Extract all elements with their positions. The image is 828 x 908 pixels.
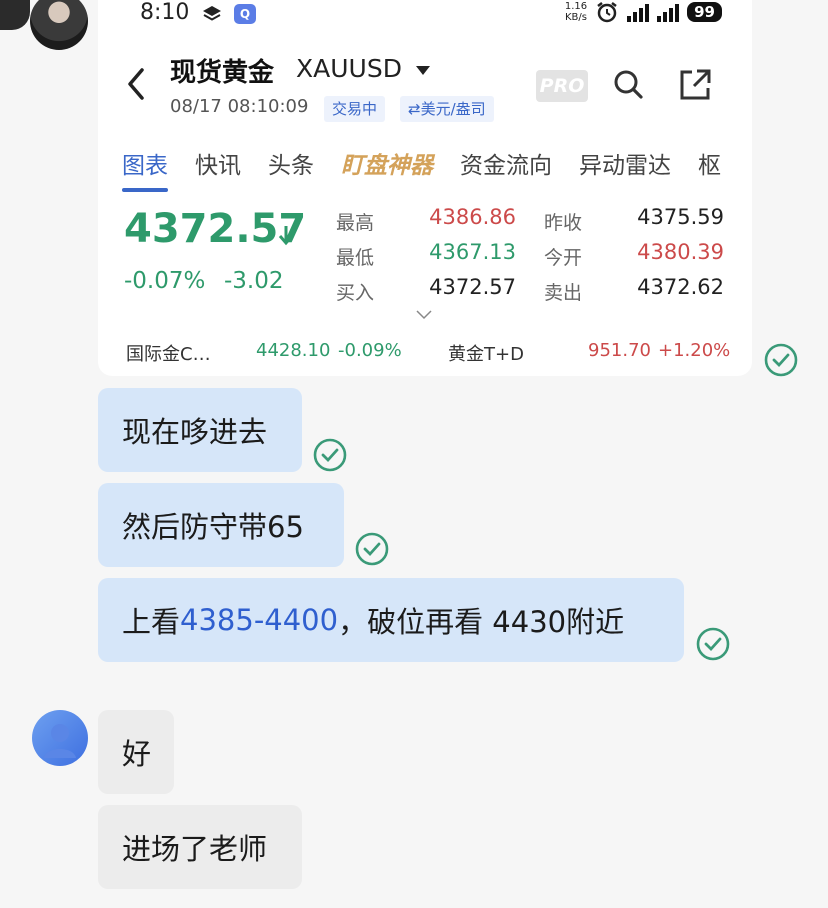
- network-speed-unit: KB/s: [564, 12, 587, 23]
- arrow-down-icon: [278, 226, 294, 246]
- network-speed-value: 1.16: [564, 1, 588, 12]
- buy-label: 买入: [336, 282, 375, 304]
- message-text: ，破位再看 4430附近: [338, 605, 625, 639]
- prev-close-label: 昨收: [544, 212, 583, 234]
- battery-indicator: 99: [687, 2, 722, 22]
- tab-watch-tool[interactable]: 盯盘神器: [341, 146, 433, 180]
- alarm-icon: [597, 2, 617, 23]
- signal-icon: [627, 2, 650, 22]
- user-silhouette-icon: [44, 724, 76, 758]
- sender-avatar[interactable]: [30, 0, 88, 50]
- low-label: 最低: [336, 247, 375, 269]
- tab-anomaly-radar[interactable]: 异动雷达: [579, 146, 671, 180]
- read-check-icon: [355, 532, 389, 566]
- signal-icon-2: [657, 2, 680, 22]
- search-icon[interactable]: [612, 68, 644, 100]
- change-value: -3.02: [224, 268, 284, 294]
- instrument-title: 现货黄金: [170, 58, 275, 88]
- ticker-right-change: +1.20%: [658, 340, 731, 361]
- received-message[interactable]: 进场了老师: [98, 805, 302, 889]
- tab-truncated[interactable]: 枢: [698, 146, 721, 180]
- sent-message[interactable]: 上看 4385-4400 ，破位再看 4430附近: [98, 578, 684, 662]
- network-speed: 1.16 KB/s: [565, 1, 587, 23]
- chevron-down-icon[interactable]: [416, 310, 432, 320]
- prev-close-value: 4375.59: [637, 205, 724, 229]
- ticker-right-name[interactable]: 黄金T+D: [448, 340, 524, 366]
- high-value: 4386.86: [429, 205, 516, 229]
- app-notification-icon: Q: [234, 4, 256, 24]
- trading-status-tag: 交易中: [324, 96, 386, 122]
- instrument-symbol[interactable]: XAUUSD: [296, 54, 402, 83]
- currency-tag[interactable]: ⇄美元/盎司: [400, 96, 494, 122]
- read-check-icon: [764, 343, 798, 377]
- buy-value: 4372.57: [429, 275, 516, 299]
- share-icon[interactable]: [678, 68, 712, 102]
- ticker-right-price: 951.70: [588, 340, 651, 361]
- high-label: 最高: [336, 212, 375, 234]
- receiver-avatar[interactable]: [32, 710, 88, 766]
- corner-tab: [0, 0, 30, 30]
- sent-message[interactable]: 现在哆进去: [98, 388, 302, 472]
- received-message[interactable]: 好: [98, 710, 174, 794]
- tab-flash-news[interactable]: 快讯: [195, 146, 241, 180]
- price-range-highlight[interactable]: 4385-4400: [180, 603, 338, 637]
- read-check-icon: [313, 438, 347, 472]
- quote-datetime: 08/17 08:10:09: [170, 96, 309, 117]
- tab-chart[interactable]: 图表: [122, 146, 168, 192]
- chat-screen: 8:10 Q 1.16 KB/s 99 现货黄金 XAUUSD 08/17 08…: [0, 0, 828, 908]
- sell-label: 卖出: [544, 282, 583, 304]
- tab-headlines[interactable]: 头条: [268, 146, 314, 180]
- read-check-icon: [696, 627, 730, 661]
- status-right: 1.16 KB/s 99: [565, 0, 722, 24]
- low-value: 4367.13: [429, 240, 516, 264]
- chevron-down-icon[interactable]: [416, 66, 430, 75]
- sent-message[interactable]: 然后防守带65: [98, 483, 344, 567]
- open-value: 4380.39: [637, 240, 724, 264]
- ticker-left-price: 4428.10: [256, 340, 331, 361]
- shared-screenshot[interactable]: 8:10 Q 1.16 KB/s 99 现货黄金 XAUUSD 08/17 08…: [98, 0, 752, 376]
- ticker-left-name[interactable]: 国际金C…: [126, 340, 211, 366]
- tab-fund-flow[interactable]: 资金流向: [460, 146, 552, 180]
- status-left-icons: Q: [202, 4, 256, 24]
- message-text: 上看: [122, 605, 181, 639]
- sell-value: 4372.62: [637, 275, 724, 299]
- change-percent: -0.07%: [124, 268, 206, 294]
- pro-badge[interactable]: PRO: [536, 70, 588, 102]
- open-label: 今开: [544, 247, 583, 269]
- ticker-left-change: -0.09%: [338, 340, 402, 361]
- tab-bar: 图表 快讯 头条 盯盘神器 资金流向 异动雷达 枢: [122, 146, 748, 192]
- back-icon[interactable]: [124, 66, 148, 102]
- layers-icon: [203, 6, 221, 21]
- status-time: 8:10: [140, 0, 190, 25]
